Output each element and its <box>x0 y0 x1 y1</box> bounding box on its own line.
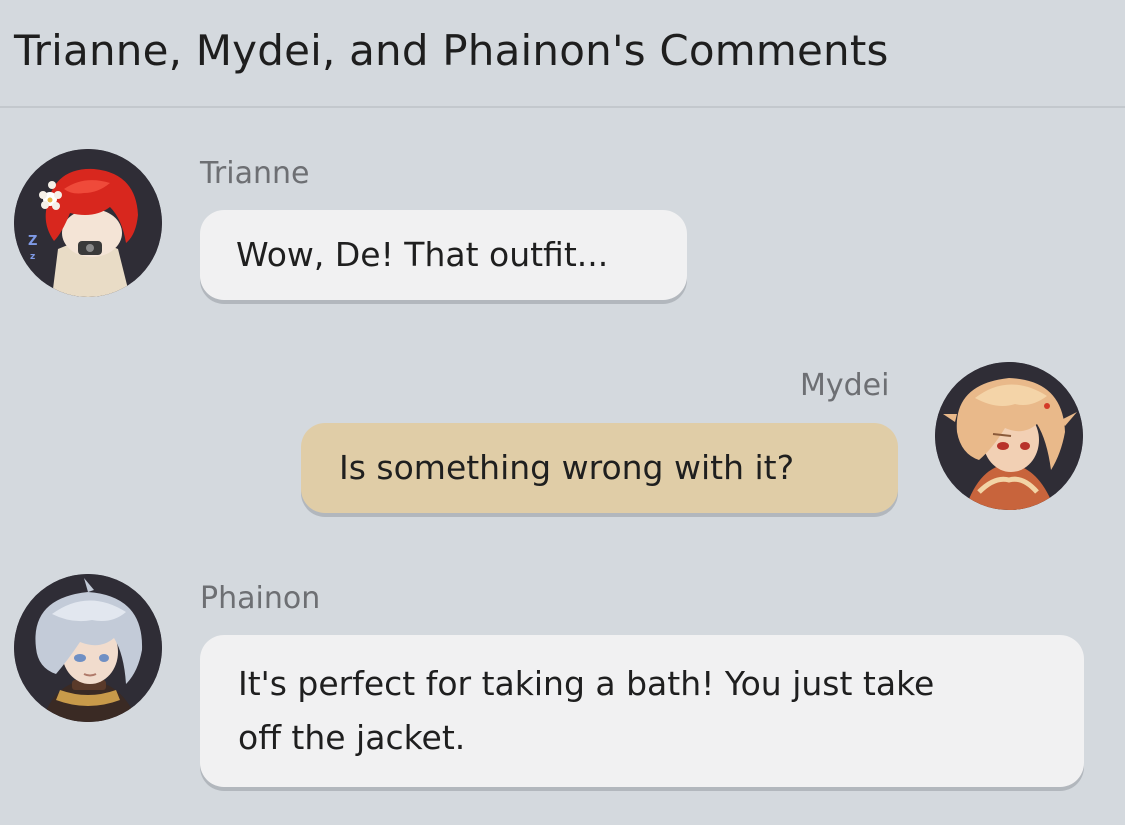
trianne-portrait-icon: Z z <box>14 149 162 297</box>
svg-text:z: z <box>30 252 35 262</box>
sender-name-trianne: Trianne <box>200 156 310 191</box>
message-bubble-mydei[interactable]: Is something wrong with it? <box>301 423 898 513</box>
svg-text:Z: Z <box>28 234 37 249</box>
message-text-line: It's perfect for taking a bath! You just… <box>238 664 935 703</box>
phainon-portrait-icon <box>14 574 162 722</box>
page-title: Trianne, Mydei, and Phainon's Comments <box>14 26 889 75</box>
message-text: Wow, De! That outfit... <box>236 235 609 274</box>
avatar-trianne[interactable]: Z z <box>14 149 162 297</box>
panel-header: Trianne, Mydei, and Phainon's Comments <box>0 0 1125 108</box>
message-bubble-phainon[interactable]: It's perfect for taking a bath! You just… <box>200 635 1084 787</box>
avatar-mydei[interactable] <box>935 362 1083 510</box>
avatar-phainon[interactable] <box>14 574 162 722</box>
message-text-line: off the jacket. <box>238 718 466 757</box>
mydei-portrait-icon <box>935 362 1083 510</box>
sender-name-phainon: Phainon <box>200 581 321 616</box>
comments-panel: Trianne, Mydei, and Phainon's Comments Z… <box>0 0 1125 825</box>
sender-name-mydei: Mydei <box>800 368 890 403</box>
message-bubble-trianne[interactable]: Wow, De! That outfit... <box>200 210 687 300</box>
message-text: Is something wrong with it? <box>339 448 795 487</box>
